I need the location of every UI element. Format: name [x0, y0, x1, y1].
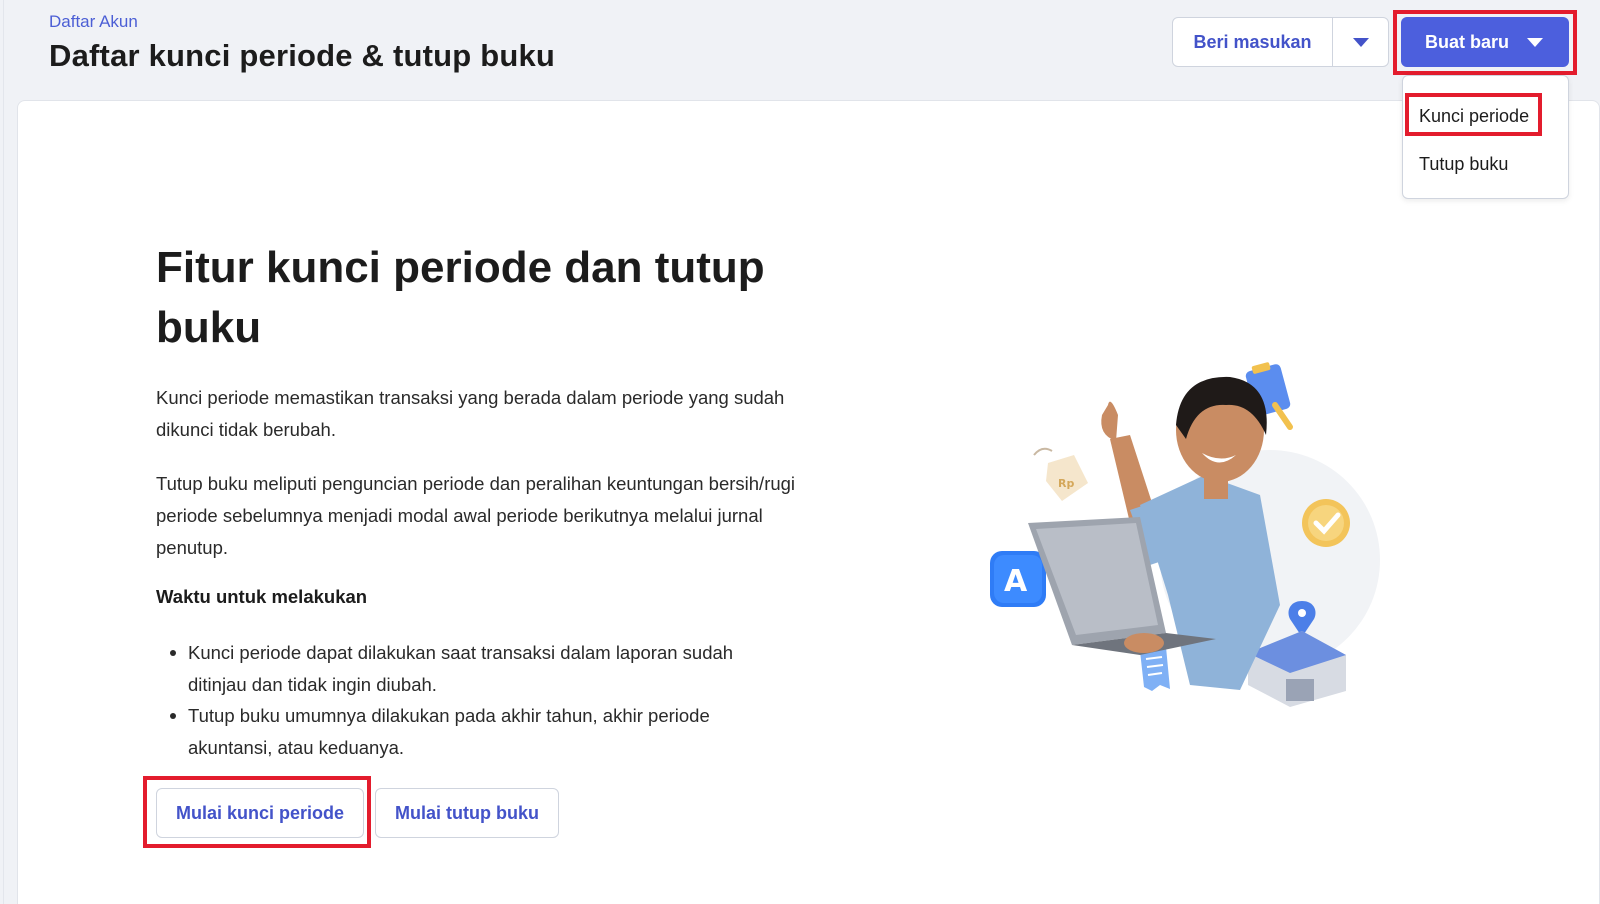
page-title: Daftar kunci periode & tutup buku — [49, 38, 556, 73]
feedback-dropdown-toggle[interactable] — [1333, 18, 1388, 66]
start-lock-period-button[interactable]: Mulai kunci periode — [156, 788, 364, 838]
chevron-down-icon — [1527, 37, 1543, 47]
create-new-label: Buat baru — [1425, 31, 1510, 52]
feedback-button-group: Beri masukan — [1172, 17, 1389, 67]
hand — [1124, 633, 1164, 653]
svg-text:A: A — [1004, 564, 1028, 599]
section-subheading: Waktu untuk melakukan — [156, 586, 368, 607]
timing-list: Kunci periode dapat dilakukan saat trans… — [156, 637, 796, 763]
description-tutup-buku: Tutup buku meliputi penguncian periode d… — [156, 473, 796, 558]
happy-man-with-laptop-illustration: Rp A — [990, 362, 1380, 707]
list-item: Tutup buku umumnya dilakukan pada akhir … — [156, 700, 796, 763]
list-item: Kunci periode dapat dilakukan saat trans… — [156, 637, 796, 700]
menu-item-tutup-buku[interactable]: Tutup buku — [1403, 146, 1568, 182]
feature-title: Fitur kunci periode dan tutup buku — [156, 243, 765, 352]
start-close-books-button[interactable]: Mulai tutup buku — [375, 788, 559, 838]
create-dropdown-menu: Kunci periode Tutup buku — [1402, 75, 1569, 199]
chevron-down-icon — [1352, 37, 1369, 47]
app-logo-icon: A — [990, 551, 1046, 607]
price-tag-icon: Rp — [1033, 447, 1088, 501]
breadcrumb-daftar-akun[interactable]: Daftar Akun — [49, 12, 138, 32]
left-edge-divider — [0, 0, 4, 904]
menu-item-kunci-periode[interactable]: Kunci periode — [1403, 98, 1568, 134]
create-new-button[interactable]: Buat baru — [1401, 17, 1569, 67]
feedback-button[interactable]: Beri masukan — [1173, 18, 1333, 66]
description-kunci-periode: Kunci periode memastikan transaksi yang … — [156, 387, 785, 440]
check-badge-icon — [1302, 499, 1350, 547]
svg-text:Rp: Rp — [1058, 477, 1074, 490]
